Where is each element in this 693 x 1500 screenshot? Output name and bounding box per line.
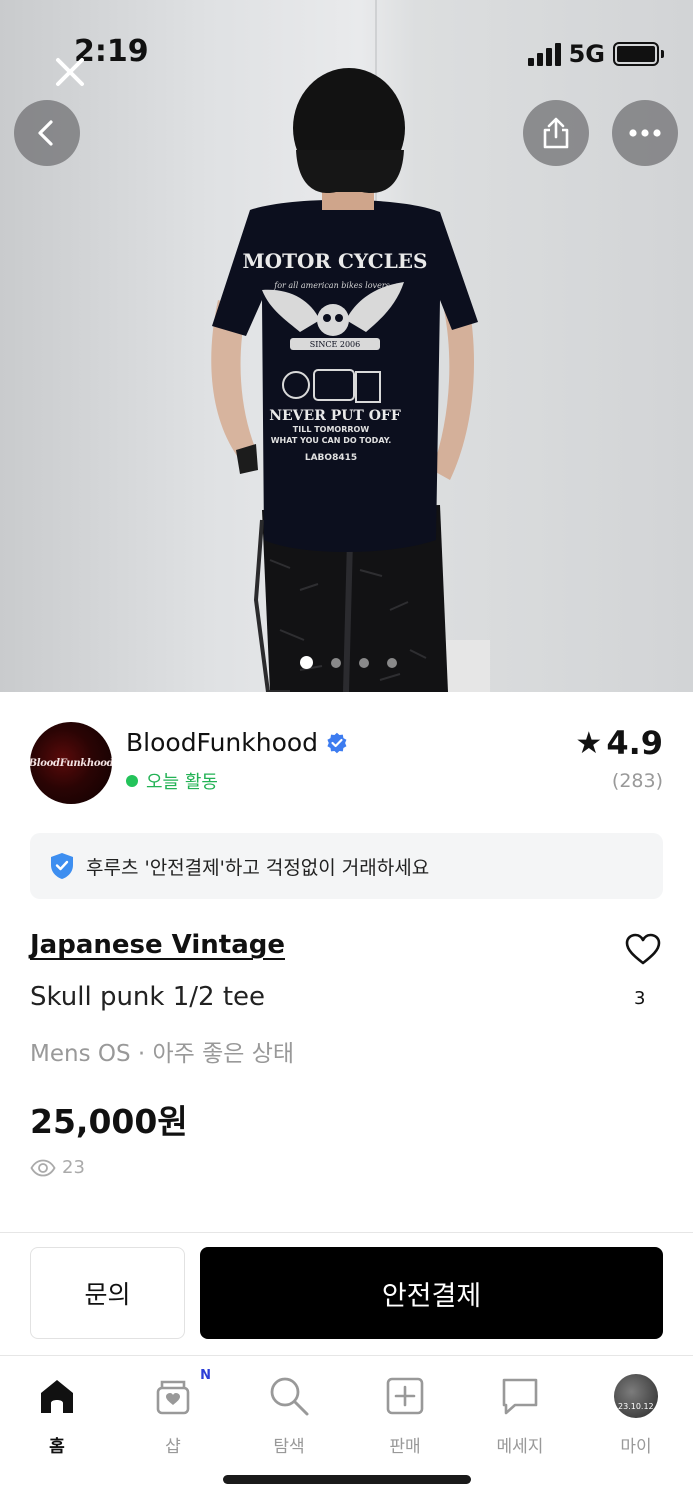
home-icon <box>41 1380 73 1413</box>
share-icon <box>543 117 569 149</box>
model-figure: MOTOR CYCLES for all american bikes love… <box>211 68 490 692</box>
tab-home-label: 홈 <box>49 1437 65 1457</box>
activity-status: 오늘 활동 <box>126 768 218 794</box>
like-count: 3 <box>634 988 646 1009</box>
tab-shop-label: 샵 <box>165 1437 181 1457</box>
shield-check-icon <box>51 853 73 879</box>
safe-payment-notice[interactable]: 후루츠 '안전결제'하고 걱정없이 거래하세요 <box>30 833 663 899</box>
search-icon <box>270 1377 309 1416</box>
shop-new-badge: N <box>200 1368 211 1383</box>
online-dot-icon <box>126 775 138 787</box>
my-avatar-text: 23.10.12 <box>618 1402 654 1411</box>
tab-message[interactable]: 메세지 <box>475 1374 565 1457</box>
signal-icon <box>527 42 561 66</box>
tab-home[interactable]: 홈 <box>12 1374 102 1457</box>
divider <box>0 1232 693 1233</box>
tab-message-label: 메세지 <box>496 1437 544 1457</box>
item-meta: Mens OS · 아주 좋은 상태 <box>30 1041 295 1067</box>
product-photo[interactable]: MOTOR CYCLES for all american bikes love… <box>0 0 693 692</box>
view-count: 23 <box>62 1157 85 1178</box>
close-icon[interactable] <box>52 54 88 90</box>
seller-row[interactable]: BloodFunkhood BloodFunkhood 오늘 활동 ★ 4.9 … <box>30 722 663 804</box>
pager-dot-active[interactable] <box>300 656 313 669</box>
shirt-print-title: MOTOR CYCLES <box>243 249 428 273</box>
item-price: 25,000원 <box>30 1102 188 1141</box>
home-indicator[interactable] <box>223 1475 471 1484</box>
shirt-print-never: NEVER PUT OFF <box>269 408 401 424</box>
eye-icon <box>30 1159 56 1176</box>
status-indicators: 5G <box>527 40 664 68</box>
seller-name[interactable]: BloodFunkhood <box>126 728 318 757</box>
tab-my[interactable]: 23.10.12 마이 <box>591 1374 681 1457</box>
shop-icon <box>156 1380 190 1415</box>
shirt-print-what: WHAT YOU CAN DO TODAY. <box>271 436 392 445</box>
plus-square-icon <box>386 1377 424 1415</box>
seller-avatar-text: BloodFunkhood <box>30 757 112 769</box>
heart-icon[interactable] <box>624 932 662 966</box>
more-icon <box>629 129 661 137</box>
pager-dot[interactable] <box>387 657 397 668</box>
tab-sell[interactable]: 판매 <box>360 1374 450 1457</box>
pager-dot[interactable] <box>359 657 369 668</box>
back-button[interactable] <box>14 100 80 166</box>
tab-search[interactable]: 탐색 <box>244 1374 334 1457</box>
chat-bubble-icon <box>502 1378 538 1415</box>
pager-dot[interactable] <box>331 657 341 668</box>
more-button[interactable] <box>612 100 678 166</box>
seller-rating[interactable]: ★ 4.9 <box>575 724 663 762</box>
network-type: 5G <box>568 40 605 68</box>
star-icon: ★ <box>575 725 603 761</box>
shirt-print-till: TILL TOMORROW <box>293 425 370 434</box>
verified-badge-icon <box>327 732 347 753</box>
tab-shop[interactable]: N 샵 <box>128 1368 218 1457</box>
rating-value: 4.9 <box>606 724 663 762</box>
seller-avatar[interactable]: BloodFunkhood <box>30 722 112 804</box>
tab-search-label: 탐색 <box>273 1437 305 1457</box>
activity-text: 오늘 활동 <box>146 772 218 793</box>
tab-my-label: 마이 <box>620 1437 652 1457</box>
view-count-row: 23 <box>30 1157 85 1178</box>
tab-sell-label: 판매 <box>389 1437 421 1457</box>
shirt-print-subtitle: for all american bikes lovers <box>273 281 389 290</box>
my-avatar: 23.10.12 <box>614 1374 658 1418</box>
notice-text: 후루츠 '안전결제'하고 걱정없이 거래하세요 <box>86 856 430 879</box>
image-pager[interactable] <box>300 656 397 669</box>
shirt-print-since: SINCE 2006 <box>310 340 361 349</box>
review-count[interactable]: (283) <box>612 770 663 792</box>
inquiry-button[interactable]: 문의 <box>30 1247 185 1339</box>
seller-name-row[interactable]: BloodFunkhood <box>126 728 348 757</box>
chevron-left-icon <box>38 120 53 146</box>
share-button[interactable] <box>523 100 589 166</box>
shirt-print-labo: LABO8415 <box>305 453 357 463</box>
brand-link[interactable]: Japanese Vintage <box>30 930 285 960</box>
battery-icon <box>613 42 664 66</box>
safe-pay-button[interactable]: 안전결제 <box>200 1247 663 1339</box>
item-title: Skull punk 1/2 tee <box>30 982 266 1012</box>
